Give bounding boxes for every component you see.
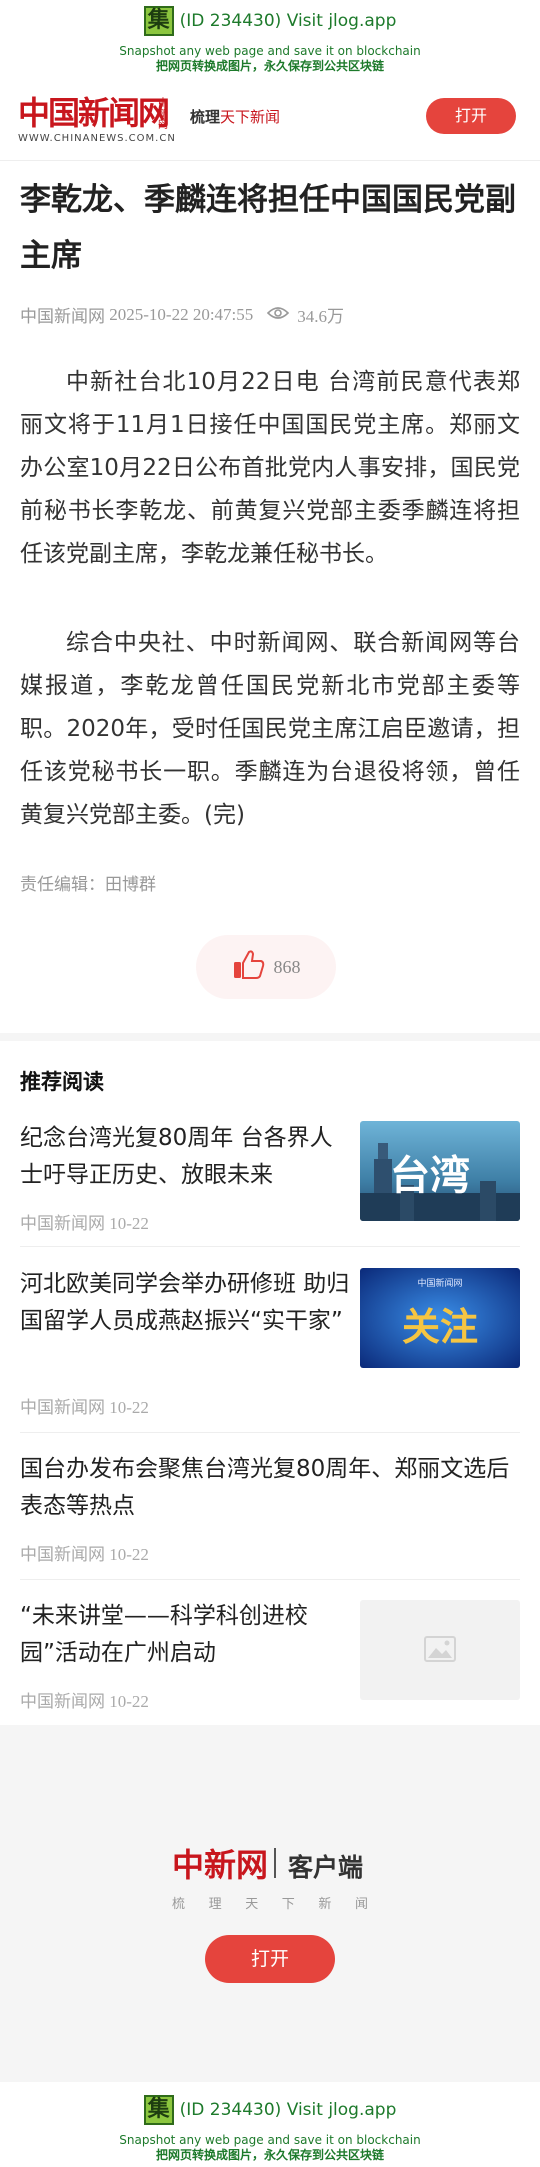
footer-logo-divider — [274, 1848, 276, 1878]
thumbnail-small-text: 中国新闻网 — [417, 1279, 463, 1289]
article-paragraph: 综合中央社、中时新闻网、联合新闻网等台媒报道，李乾龙曾任国民党新北市党部主委等职… — [20, 630, 520, 828]
list-divider — [20, 1579, 520, 1580]
article-title: 李乾龙、季麟连将担任中国国民党副主席 — [20, 182, 516, 274]
footer-slogan-char: 闻 — [354, 1897, 368, 1912]
footer-slogan-char: 天 — [245, 1897, 259, 1912]
recommend-item-source: 中国新闻网 10-22 — [20, 1214, 149, 1233]
recommend-item-title[interactable]: “未来讲堂——科学科创进校园”活动在广州启动 — [20, 1598, 350, 1672]
recommend-item-source: 中国新闻网 10-22 — [20, 1545, 149, 1564]
thumbnail-text: 关注 — [401, 1305, 478, 1349]
jlog-tagline-cn: 把网页转换成图片，永久保存到公共区块链 — [155, 59, 384, 73]
footer-slogan: 梳 理 天 下 新 闻 — [172, 1893, 368, 1912]
chinanews-logo[interactable]: 中国新闻网 — [18, 94, 170, 132]
jlog-tagline-cn: 把网页转换成图片，永久保存到公共区块链 — [155, 2148, 384, 2162]
footer-client-label: 客户端 — [288, 1853, 364, 1882]
chinanews-logo-vertical: 中新网 — [158, 98, 168, 131]
like-count: 868 — [273, 956, 301, 977]
jlog-banner-bottom[interactable]: 集 (ID 234430) Visit jlog.app Snapshot an… — [0, 2089, 540, 2167]
jlog-icon: 集 — [143, 2095, 174, 2125]
recommend-item-title[interactable]: 国台办发布会聚焦台湾光复80周年、郑丽文选后表态等热点 — [20, 1451, 520, 1525]
article-meta: 中国新闻网 2025-10-22 20:47:55 34.6万 — [20, 302, 344, 327]
image-placeholder — [360, 1600, 520, 1700]
jlog-link-text[interactable]: (ID 234430) Visit jlog.app — [180, 11, 397, 31]
jlog-link-text[interactable]: (ID 234430) Visit jlog.app — [180, 2100, 397, 2120]
article-paragraph: 中新社台北10月22日电 台湾前民意代表郑丽文将于11月1日接任中国国民党主席。… — [20, 369, 520, 567]
recommend-thumbnail[interactable]: 台湾 — [360, 1121, 520, 1221]
footer-slogan-char: 新 — [318, 1897, 332, 1912]
recommend-heading: 推荐阅读 — [20, 1070, 104, 1094]
thumbs-up-icon — [232, 949, 266, 985]
like-button[interactable]: 868 — [196, 935, 336, 999]
thumbnail-text: 台湾 — [390, 1153, 470, 1199]
recommend-item-title[interactable]: 纪念台湾光复80周年 台各界人士吁导正历史、放眼未来 — [20, 1120, 340, 1194]
footer-open-app-button[interactable]: 打开 — [205, 1935, 335, 1983]
footer-slogan-char: 梳 — [172, 1897, 186, 1912]
chinanews-url: WWW.CHINANEWS.COM.CN — [18, 133, 176, 144]
article-views: 34.6万 — [297, 307, 345, 326]
open-app-button[interactable]: 打开 — [426, 98, 516, 134]
footer-logo: 中新网 — [172, 1846, 269, 1884]
slogan-highlight: 天下新闻 — [220, 108, 281, 126]
list-divider — [20, 1432, 520, 1433]
header-slogan: 梳理天下新闻 — [190, 106, 280, 127]
article-editor: 责任编辑：田博群 — [20, 875, 156, 895]
image-placeholder-icon — [424, 1636, 456, 1666]
jlog-banner-top[interactable]: 集 (ID 234430) Visit jlog.app Snapshot an… — [0, 0, 540, 78]
recommend-thumbnail[interactable]: 中国新闻网 关注 — [360, 1268, 520, 1368]
slogan-prefix: 梳理 — [190, 108, 221, 126]
section-separator — [0, 1033, 540, 1041]
footer-slogan-char: 理 — [208, 1897, 222, 1912]
jlog-tagline-en: Snapshot any web page and save it on blo… — [119, 44, 421, 58]
recommend-item-source: 中国新闻网 10-22 — [20, 1692, 149, 1711]
recommend-item-source: 中国新闻网 10-22 — [20, 1398, 149, 1417]
article-source: 中国新闻网 — [20, 307, 105, 326]
jlog-icon: 集 — [143, 6, 174, 36]
article-datetime: 2025-10-22 20:47:55 — [109, 304, 254, 324]
jlog-tagline-en: Snapshot any web page and save it on blo… — [119, 2133, 421, 2147]
list-divider — [20, 1246, 520, 1247]
footer-slogan-char: 下 — [281, 1897, 295, 1912]
eye-icon — [267, 305, 290, 325]
recommend-item-title[interactable]: 河北欧美同学会举办研修班 助归国留学人员成燕赵振兴“实干家” — [20, 1266, 350, 1340]
header-divider — [0, 160, 540, 161]
